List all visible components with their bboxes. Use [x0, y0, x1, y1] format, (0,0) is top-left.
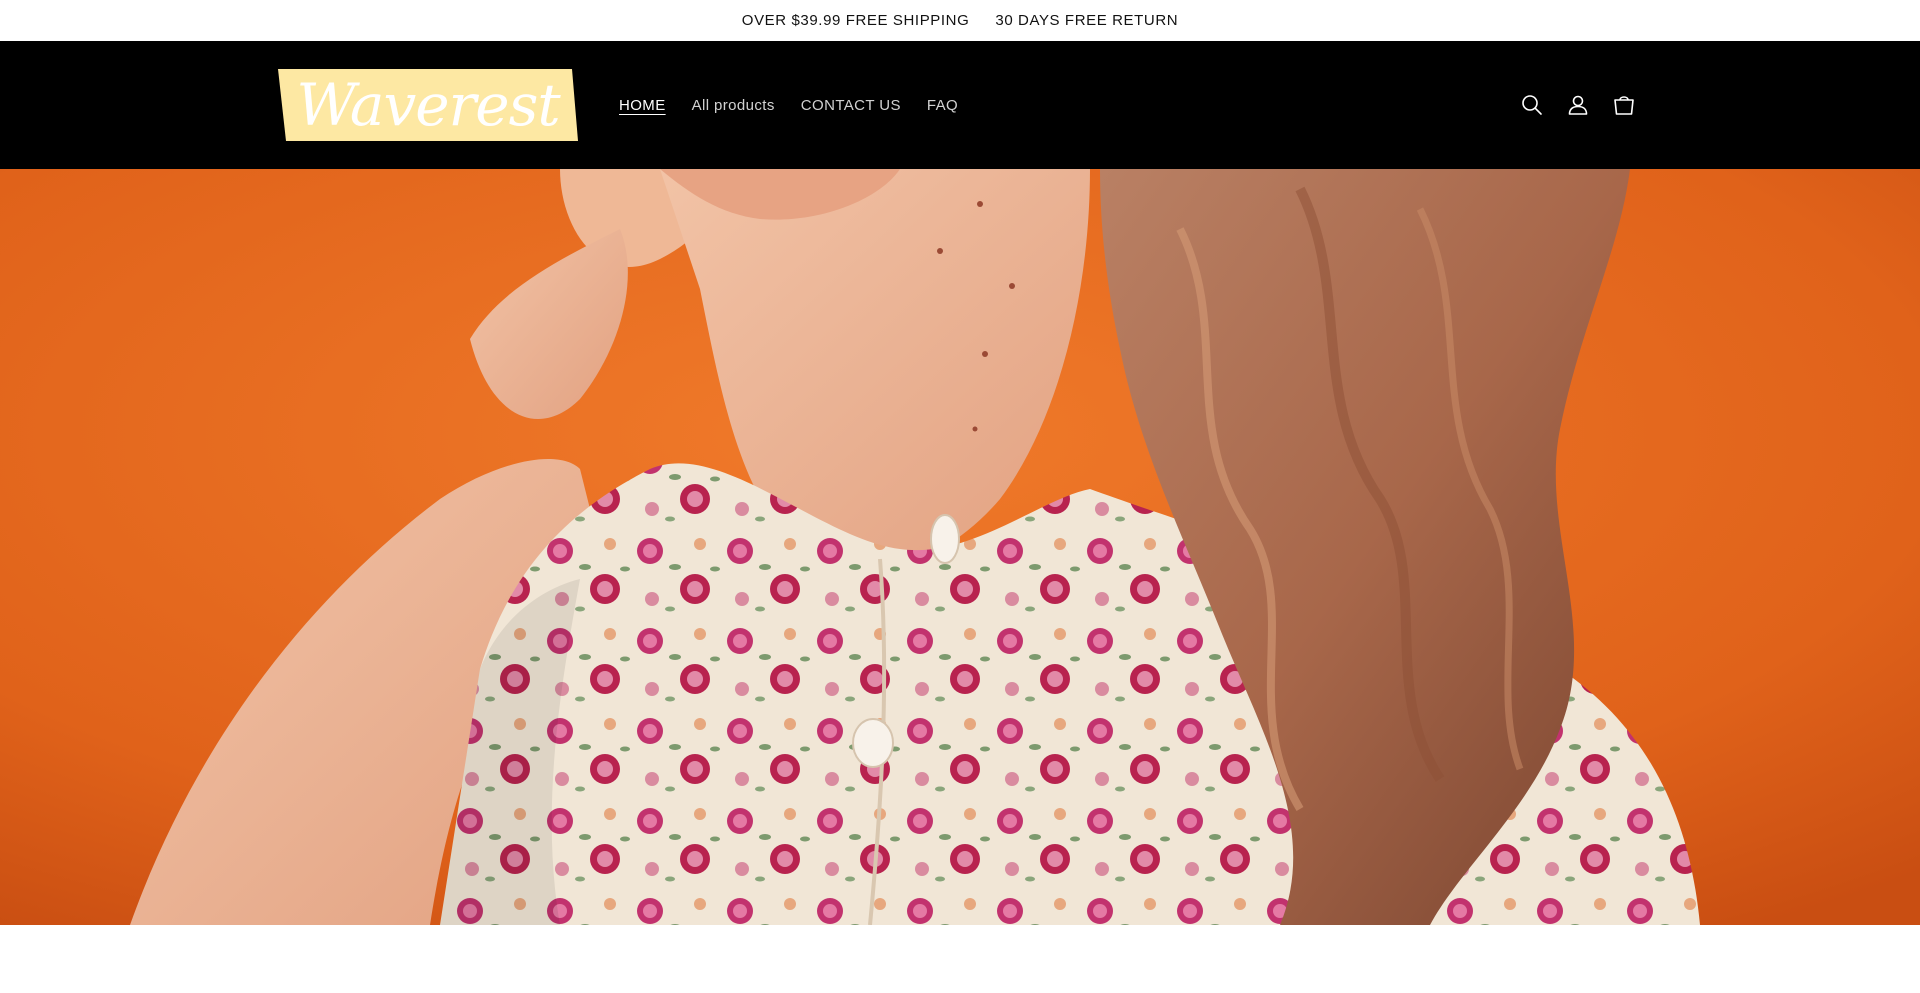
announcement-bar: OVER $39.99 FREE SHIPPING 30 DAYS FREE R… — [0, 0, 1920, 41]
search-button[interactable] — [1509, 82, 1555, 128]
announcement-shipping: OVER $39.99 FREE SHIPPING — [741, 12, 970, 29]
announcement-returns: 30 DAYS FREE RETURN — [995, 12, 1179, 29]
below-hero-section — [0, 925, 1920, 993]
nav-faq[interactable]: FAQ — [914, 89, 971, 122]
site-header: Waverest HOME All products CONTACT US FA… — [0, 41, 1920, 169]
nav-all-products[interactable]: All products — [679, 89, 788, 122]
logo-mark: Waverest — [278, 69, 578, 141]
account-button[interactable] — [1555, 82, 1601, 128]
main-nav: HOME All products CONTACT US FAQ — [606, 41, 971, 169]
account-icon — [1568, 95, 1588, 115]
header-icons — [1509, 41, 1647, 169]
hero-banner — [0, 169, 1920, 925]
nav-home[interactable]: HOME — [606, 89, 679, 122]
nav-contact-us[interactable]: CONTACT US — [788, 89, 914, 122]
logo-text: Waverest — [296, 71, 561, 139]
cart-icon — [1614, 96, 1634, 115]
cart-button[interactable] — [1601, 82, 1647, 128]
search-icon — [1522, 95, 1542, 115]
logo[interactable]: Waverest — [278, 69, 578, 141]
hero-image — [0, 169, 1920, 925]
